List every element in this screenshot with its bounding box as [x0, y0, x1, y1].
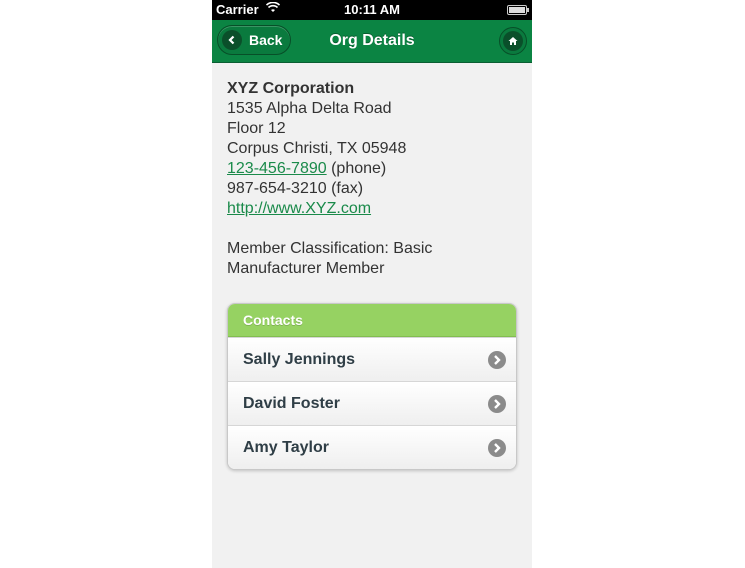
chevron-right-icon	[488, 395, 506, 413]
contact-name: Amy Taylor	[243, 439, 329, 456]
contacts-header: Contacts	[228, 304, 516, 337]
battery-icon	[507, 5, 529, 15]
contact-item[interactable]: Sally Jennings	[228, 337, 516, 381]
navigation-bar: Back Org Details	[212, 20, 532, 63]
city-state-zip: Corpus Christi, TX 05948	[227, 140, 407, 157]
member-classification: Member Classification: Basic Manufacture…	[227, 240, 433, 277]
fax: 987-654-3210 (fax)	[227, 180, 364, 197]
home-icon	[503, 31, 523, 51]
contact-item[interactable]: David Foster	[228, 381, 516, 425]
address-line2: Floor 12	[227, 120, 286, 137]
chevron-right-icon	[488, 439, 506, 457]
home-button[interactable]	[499, 27, 527, 55]
status-bar: Carrier 10:11 AM	[212, 0, 532, 20]
phone-link[interactable]: 123-456-7890	[227, 160, 327, 177]
page-title: Org Details	[329, 32, 415, 49]
contact-item[interactable]: Amy Taylor	[228, 425, 516, 469]
clock: 10:11 AM	[344, 2, 400, 17]
phone-suffix: (phone)	[326, 160, 387, 177]
org-name: XYZ Corporation	[227, 80, 355, 97]
phone-row: 123-456-7890 (phone)	[227, 159, 517, 179]
address-line1: 1535 Alpha Delta Road	[227, 100, 392, 117]
contact-name: David Foster	[243, 395, 340, 412]
contacts-list: Contacts Sally Jennings David Foster Amy…	[227, 303, 517, 470]
phone-screen: Carrier 10:11 AM Back Org Details XYZ Co…	[212, 0, 532, 568]
website-link[interactable]: http://www.XYZ.com	[227, 200, 371, 217]
chevron-right-icon	[488, 351, 506, 369]
contact-name: Sally Jennings	[243, 351, 356, 368]
org-details: XYZ Corporation 1535 Alpha Delta Road Fl…	[212, 63, 532, 279]
